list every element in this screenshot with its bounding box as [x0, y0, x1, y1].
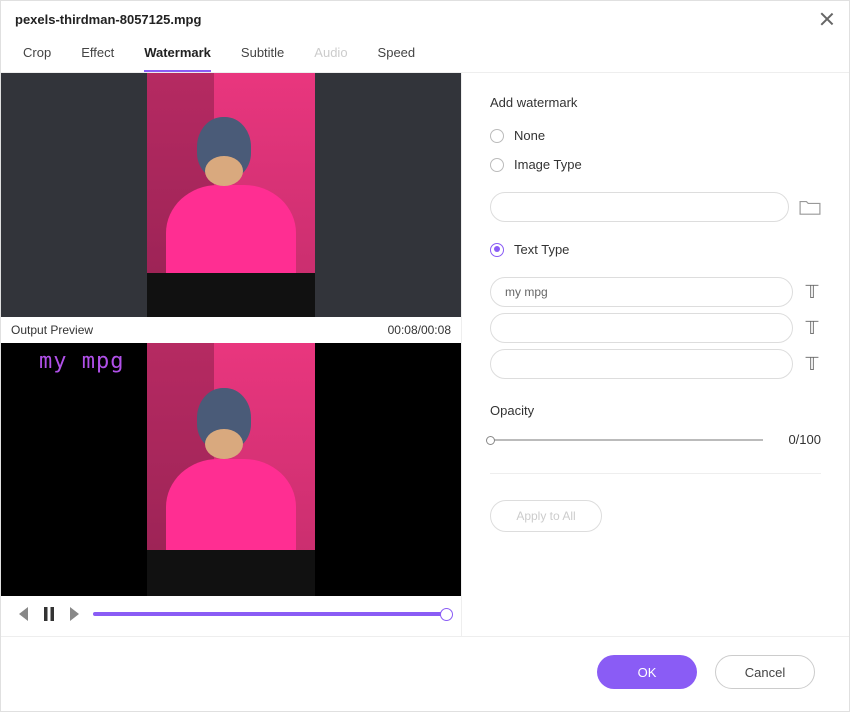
opacity-value: 0/100 — [775, 432, 821, 447]
cancel-button[interactable]: Cancel — [715, 655, 815, 689]
option-text[interactable]: Text Type — [490, 242, 821, 257]
prev-icon[interactable] — [15, 606, 31, 622]
divider — [490, 473, 821, 474]
radio-none-label: None — [514, 128, 545, 143]
preview-pane: Output Preview 00:08/00:08 my mpg — [1, 73, 461, 636]
file-title: pexels-thirdman-8057125.mpg — [15, 12, 201, 27]
opacity-section: Opacity 0/100 — [490, 403, 821, 447]
play-controls — [1, 596, 461, 636]
option-image[interactable]: Image Type — [490, 157, 821, 172]
watermark-overlay-text: my mpg — [39, 349, 124, 374]
text-line3-input[interactable] — [490, 349, 793, 379]
panel-title: Add watermark — [490, 95, 821, 110]
text-line2-row: 𝕋 — [490, 313, 821, 343]
source-preview — [1, 73, 461, 317]
next-icon[interactable] — [67, 606, 83, 622]
ok-button[interactable]: OK — [597, 655, 697, 689]
output-preview-label: Output Preview — [11, 323, 93, 337]
tab-speed[interactable]: Speed — [378, 45, 416, 72]
opacity-slider[interactable] — [490, 439, 763, 441]
watermark-panel: Add watermark None Image Type Text Type … — [461, 73, 849, 636]
text-style-icon[interactable]: 𝕋 — [803, 283, 821, 301]
image-path-input[interactable] — [490, 192, 789, 222]
tab-crop[interactable]: Crop — [23, 45, 51, 72]
radio-text-label: Text Type — [514, 242, 569, 257]
opacity-label: Opacity — [490, 403, 821, 418]
close-icon[interactable] — [819, 11, 835, 27]
preview-meta: Output Preview 00:08/00:08 — [1, 317, 461, 343]
text-line1-row: 𝕋 — [490, 277, 821, 307]
text-style-icon[interactable]: 𝕋 — [803, 355, 821, 373]
text-line2-input[interactable] — [490, 313, 793, 343]
tab-bar: Crop Effect Watermark Subtitle Audio Spe… — [1, 37, 849, 73]
tab-effect[interactable]: Effect — [81, 45, 114, 72]
preview-time: 00:08/00:08 — [388, 323, 451, 337]
pause-icon[interactable] — [41, 606, 57, 622]
output-preview: my mpg — [1, 343, 461, 596]
video-frame — [147, 73, 315, 317]
opacity-row: 0/100 — [490, 432, 821, 447]
text-line1-input[interactable] — [490, 277, 793, 307]
option-none[interactable]: None — [490, 128, 821, 143]
editor-window: pexels-thirdman-8057125.mpg Crop Effect … — [0, 0, 850, 712]
tab-audio: Audio — [314, 45, 347, 72]
titlebar: pexels-thirdman-8057125.mpg — [1, 1, 849, 37]
content-area: Output Preview 00:08/00:08 my mpg — [1, 73, 849, 636]
image-path-row — [490, 192, 821, 222]
seek-bar[interactable] — [93, 612, 447, 616]
radio-none[interactable] — [490, 129, 504, 143]
tab-subtitle[interactable]: Subtitle — [241, 45, 284, 72]
radio-text[interactable] — [490, 243, 504, 257]
tab-watermark[interactable]: Watermark — [144, 45, 211, 72]
radio-image-label: Image Type — [514, 157, 582, 172]
radio-image[interactable] — [490, 158, 504, 172]
video-frame-output — [147, 343, 315, 596]
apply-to-all-button[interactable]: Apply to All — [490, 500, 602, 532]
folder-icon[interactable] — [799, 198, 821, 216]
text-line3-row: 𝕋 — [490, 349, 821, 379]
text-style-icon[interactable]: 𝕋 — [803, 319, 821, 337]
dialog-footer: OK Cancel — [1, 636, 849, 711]
